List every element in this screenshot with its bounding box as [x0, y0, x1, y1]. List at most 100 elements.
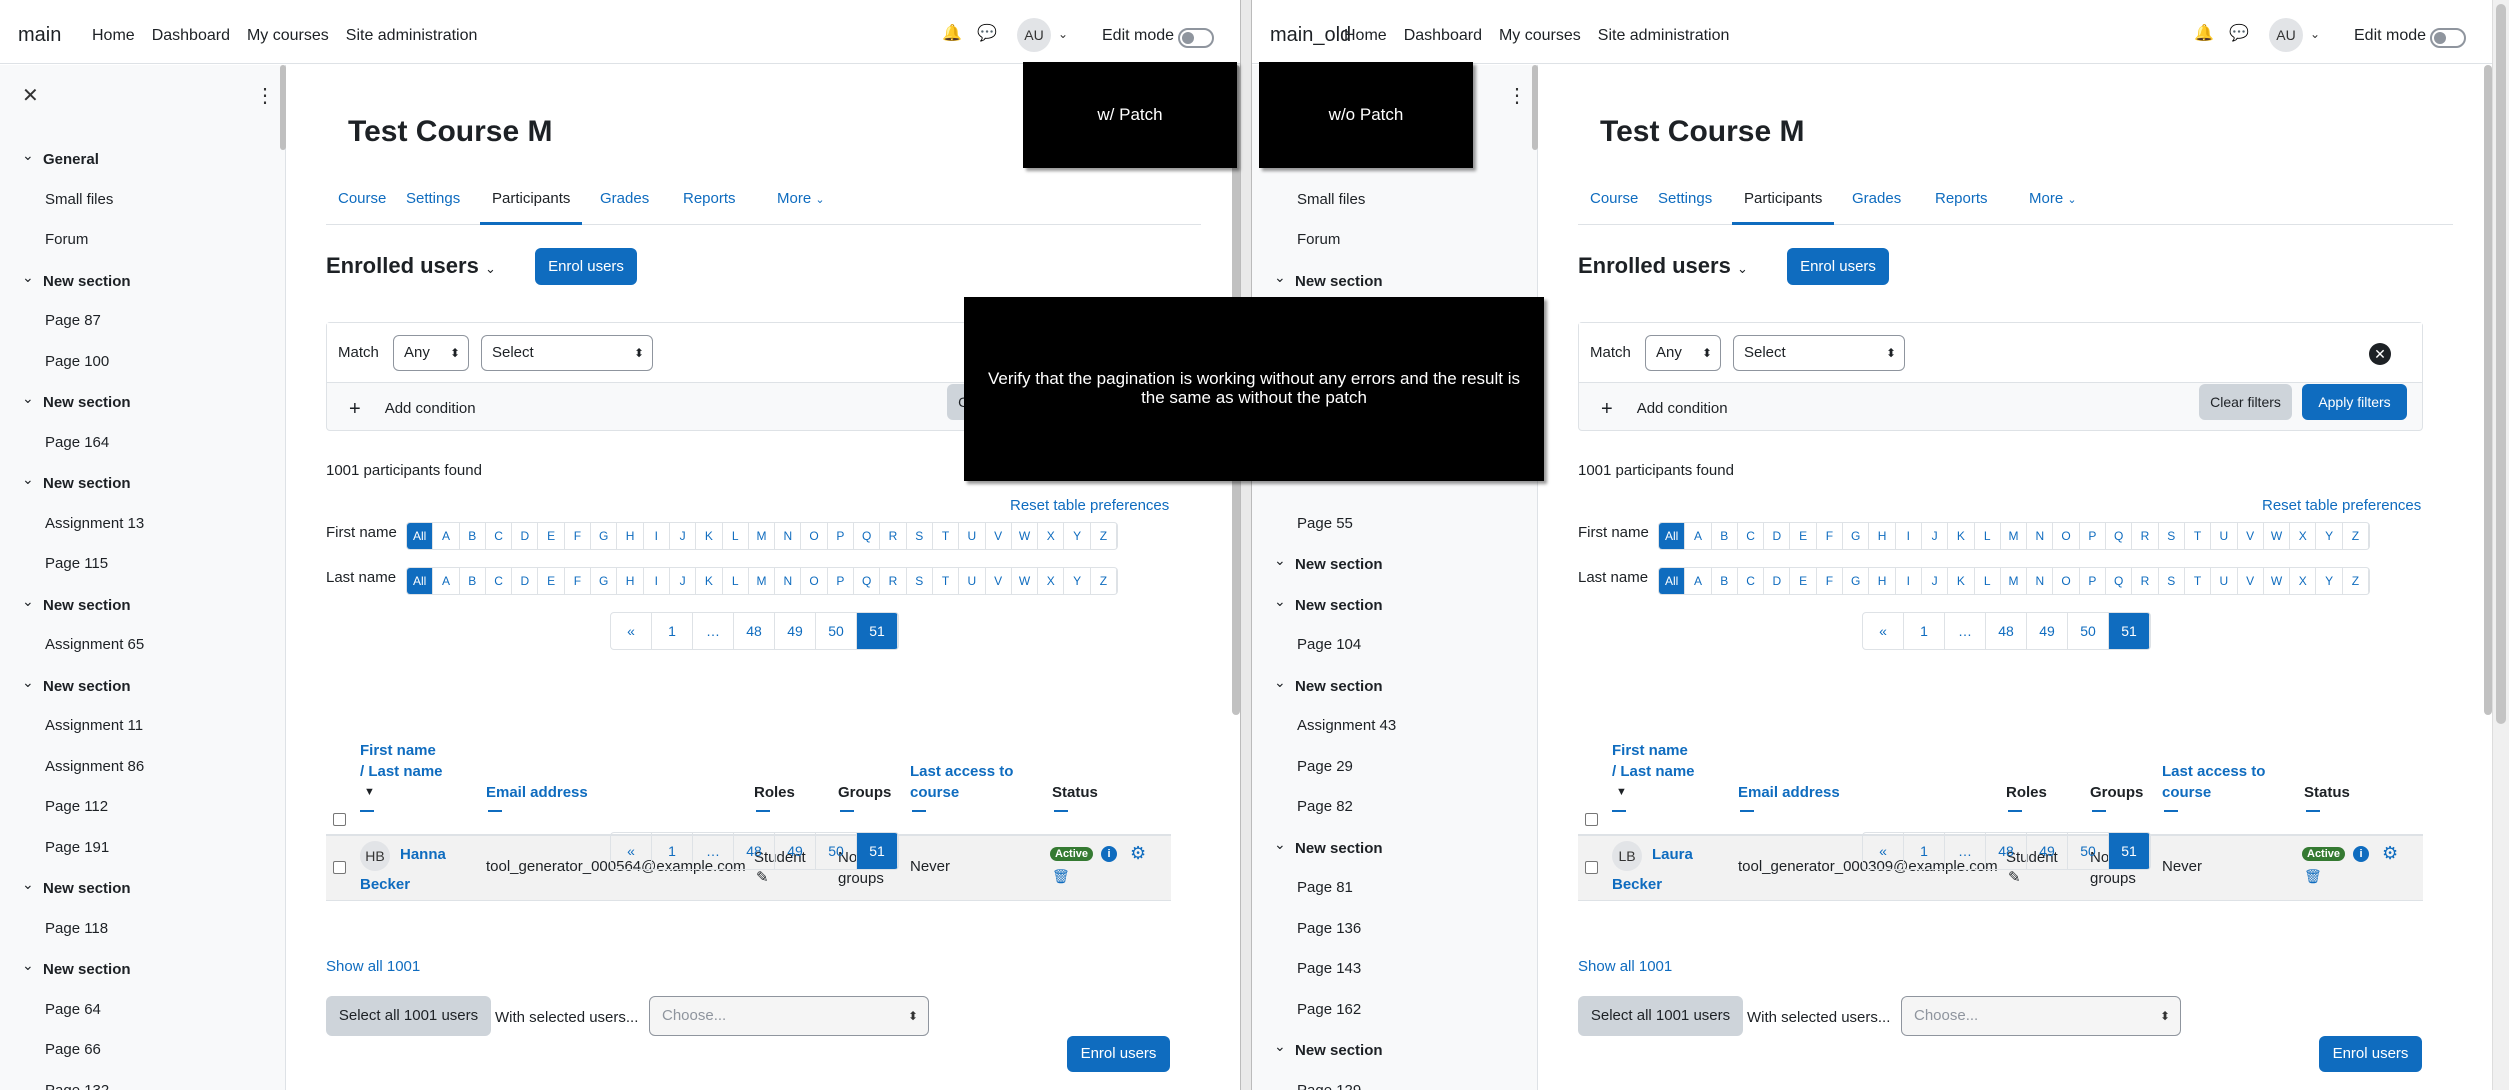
edit-roles-icon[interactable]: ✎ [756, 868, 769, 886]
kebab-menu-icon[interactable]: ⋮ [1507, 83, 1527, 108]
first-initial-c[interactable]: C [486, 523, 513, 549]
page-link[interactable]: 48 [734, 833, 775, 869]
sort-last-name[interactable]: / Last name [1612, 761, 1695, 782]
first-initial-n[interactable]: N [775, 523, 802, 549]
enrolled-users-heading[interactable]: Enrolled users ⌄ [1578, 253, 1748, 279]
course-activity-item[interactable]: Page 191 [0, 828, 285, 869]
page-first-link[interactable]: « [1863, 833, 1904, 869]
last-initial-k[interactable]: K [1948, 568, 1975, 594]
page-link[interactable]: 48 [1986, 833, 2027, 869]
course-section-item[interactable]: New section [0, 666, 285, 707]
first-initial-e[interactable]: E [1790, 523, 1817, 549]
first-initial-y[interactable]: Y [2316, 523, 2343, 549]
course-activity-item[interactable]: Page 143 [1252, 949, 1537, 990]
nav-dashboard[interactable]: Dashboard [1404, 27, 1482, 45]
last-initial-b[interactable]: B [1712, 568, 1738, 594]
first-initial-c[interactable]: C [1738, 523, 1765, 549]
first-initial-a[interactable]: A [1685, 523, 1712, 549]
reset-table-preferences-link[interactable]: Reset table preferences [2262, 497, 2421, 514]
last-initial-e[interactable]: E [538, 568, 565, 594]
last-initial-i[interactable]: I [1896, 568, 1922, 594]
last-initial-t[interactable]: T [933, 568, 960, 594]
last-initial-e[interactable]: E [1790, 568, 1817, 594]
last-initial-h[interactable]: H [1869, 568, 1896, 594]
sort-last-access-line2[interactable]: course [910, 782, 959, 803]
first-initial-p[interactable]: P [2080, 523, 2107, 549]
first-initial-g[interactable]: G [1843, 523, 1870, 549]
bulk-action-select[interactable]: Choose... [1901, 996, 2181, 1036]
course-activity-item[interactable]: Page 136 [1252, 909, 1537, 950]
apply-filters-button[interactable]: Apply filters [2302, 384, 2407, 420]
first-initial-f[interactable]: F [565, 523, 592, 549]
course-activity-item[interactable]: Page 132 [0, 1071, 285, 1090]
bell-icon[interactable]: 🔔 [942, 25, 962, 43]
last-initial-q[interactable]: Q [854, 568, 881, 594]
course-activity-item[interactable]: Page 81 [1252, 868, 1537, 909]
course-section-item[interactable]: New section [1252, 828, 1537, 869]
course-activity-item[interactable]: Page 82 [1252, 787, 1537, 828]
nav-my-courses[interactable]: My courses [247, 27, 329, 45]
page-link[interactable]: 1 [1904, 613, 1945, 649]
course-section-item[interactable]: New section [0, 382, 285, 423]
page-link[interactable]: 51 [857, 833, 898, 869]
tab-more[interactable]: More ⌄ [765, 181, 837, 225]
first-initial-o[interactable]: O [2053, 523, 2080, 549]
last-initial-u[interactable]: U [2211, 568, 2238, 594]
course-activity-item[interactable]: Page 129 [1252, 1071, 1537, 1090]
sort-first-name[interactable]: First name [360, 740, 436, 761]
course-activity-item[interactable]: Assignment 86 [0, 747, 285, 788]
course-activity-item[interactable]: Page 87 [0, 301, 285, 342]
first-initial-h[interactable]: H [617, 523, 644, 549]
tab-grades[interactable]: Grades [1840, 181, 1913, 225]
page-link[interactable]: 49 [2027, 613, 2068, 649]
page-link[interactable]: 50 [2068, 833, 2109, 869]
tab-course[interactable]: Course [1578, 181, 1650, 225]
first-initial-b[interactable]: B [460, 523, 486, 549]
last-initial-f[interactable]: F [565, 568, 592, 594]
first-initial-m[interactable]: M [749, 523, 776, 549]
page-link[interactable]: 50 [2068, 613, 2109, 649]
tab-course[interactable]: Course [326, 181, 398, 225]
course-activity-item[interactable]: Page 55 [1252, 504, 1537, 545]
last-initial-y[interactable]: Y [2316, 568, 2343, 594]
row-checkbox[interactable] [1585, 861, 1598, 874]
course-section-item[interactable]: New section [0, 949, 285, 990]
match-select[interactable]: Any [393, 335, 469, 371]
first-initial-all[interactable]: All [1659, 523, 1686, 549]
row-checkbox[interactable] [333, 861, 346, 874]
first-initial-f[interactable]: F [1817, 523, 1844, 549]
first-initial-r[interactable]: R [880, 523, 907, 549]
course-section-item[interactable]: New section [0, 261, 285, 302]
collapse-last-access-icon[interactable] [912, 810, 926, 812]
last-initial-k[interactable]: K [696, 568, 723, 594]
collapse-status-icon[interactable] [2306, 810, 2320, 812]
nav-site-administration[interactable]: Site administration [1598, 27, 1730, 45]
first-initial-h[interactable]: H [1869, 523, 1896, 549]
nav-site-administration[interactable]: Site administration [346, 27, 478, 45]
last-initial-n[interactable]: N [775, 568, 802, 594]
page-link[interactable]: 48 [1986, 613, 2027, 649]
last-initial-i[interactable]: I [644, 568, 670, 594]
select-all-checkbox[interactable] [333, 813, 346, 826]
tab-more[interactable]: More ⌄ [2017, 181, 2089, 225]
first-initial-k[interactable]: K [1948, 523, 1975, 549]
course-section-item[interactable]: New section [0, 585, 285, 626]
bell-icon[interactable]: 🔔 [2194, 25, 2214, 43]
enrol-users-button[interactable]: Enrol users [1787, 248, 1889, 285]
user-avatar[interactable]: AU [2269, 18, 2303, 52]
last-initial-h[interactable]: H [617, 568, 644, 594]
course-section-item[interactable]: New section [1252, 1030, 1537, 1071]
first-initial-x[interactable]: X [2290, 523, 2317, 549]
tab-participants[interactable]: Participants [480, 181, 583, 225]
first-initial-t[interactable]: T [2185, 523, 2212, 549]
last-initial-d[interactable]: D [512, 568, 539, 594]
first-initial-v[interactable]: V [986, 523, 1012, 549]
enrol-users-bottom-button[interactable]: Enrol users [2319, 1036, 2422, 1072]
course-activity-item[interactable]: Forum [1252, 220, 1537, 261]
last-initial-u[interactable]: U [959, 568, 986, 594]
edit-roles-icon[interactable]: ✎ [2008, 868, 2021, 886]
first-initial-i[interactable]: I [644, 523, 670, 549]
first-initial-p[interactable]: P [828, 523, 855, 549]
tab-participants[interactable]: Participants [1732, 181, 1835, 225]
first-initial-j[interactable]: J [670, 523, 697, 549]
